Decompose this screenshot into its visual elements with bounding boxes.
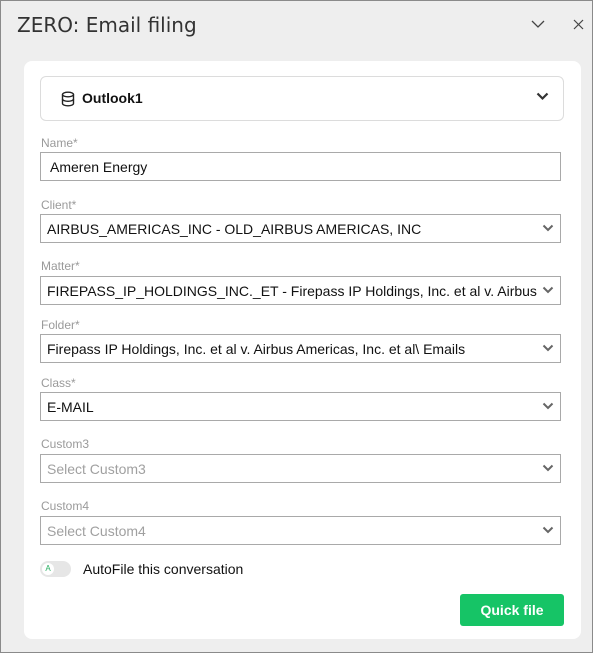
autofile-toggle[interactable]: A	[40, 561, 71, 577]
name-field[interactable]: Ameren Energy	[40, 152, 561, 181]
custom4-select[interactable]: Select Custom4	[40, 516, 561, 545]
matter-value: FIREPASS_IP_HOLDINGS_INC._ET - Firepass …	[47, 283, 540, 299]
quick-file-button[interactable]: Quick file	[460, 594, 564, 626]
custom3-label: Custom3	[41, 437, 90, 451]
client-select[interactable]: AIRBUS_AMERICAS_INC - OLD_AIRBUS AMERICA…	[40, 214, 561, 243]
folder-value: Firepass IP Holdings, Inc. et al v. Airb…	[47, 341, 466, 357]
window-title: ZERO: Email filing	[17, 13, 197, 37]
class-value: E-MAIL	[47, 399, 94, 415]
account-label: Outlook1	[82, 90, 143, 106]
email-filing-window: ZERO: Email filing Outlook1 Name* Ameren…	[0, 0, 593, 653]
chevron-down-icon	[542, 224, 554, 232]
folder-label: Folder*	[41, 318, 80, 332]
close-icon	[573, 19, 583, 29]
toggle-knob: A	[42, 563, 54, 575]
chevron-down-icon	[531, 20, 545, 28]
client-label: Client*	[41, 198, 77, 212]
chevron-down-icon[interactable]	[536, 92, 549, 101]
chevron-down-icon	[542, 402, 554, 410]
autofile-label: AutoFile this conversation	[83, 561, 244, 577]
title-bar: ZERO: Email filing	[1, 1, 592, 43]
custom3-placeholder: Select Custom3	[47, 461, 146, 477]
matter-select[interactable]: FIREPASS_IP_HOLDINGS_INC._ET - Firepass …	[40, 276, 561, 305]
custom4-label: Custom4	[41, 499, 90, 513]
name-label: Name*	[41, 136, 78, 150]
database-icon	[61, 91, 75, 107]
close-button[interactable]	[567, 13, 589, 35]
folder-select[interactable]: Firepass IP Holdings, Inc. et al v. Airb…	[40, 334, 561, 363]
filing-card: Outlook1 Name* Ameren Energy Client* AIR…	[24, 61, 581, 639]
chevron-down-icon	[542, 344, 554, 352]
collapse-button[interactable]	[527, 13, 549, 35]
client-value: AIRBUS_AMERICAS_INC - OLD_AIRBUS AMERICA…	[47, 221, 422, 237]
chevron-down-icon	[542, 286, 554, 294]
chevron-down-icon	[542, 526, 554, 534]
class-label: Class*	[41, 376, 76, 390]
class-select[interactable]: E-MAIL	[40, 392, 561, 421]
custom4-placeholder: Select Custom4	[47, 523, 146, 539]
account-selector[interactable]: Outlook1	[40, 76, 564, 121]
custom3-select[interactable]: Select Custom3	[40, 454, 561, 483]
matter-label: Matter*	[41, 259, 80, 273]
chevron-down-icon	[542, 464, 554, 472]
name-value: Ameren Energy	[50, 159, 148, 175]
